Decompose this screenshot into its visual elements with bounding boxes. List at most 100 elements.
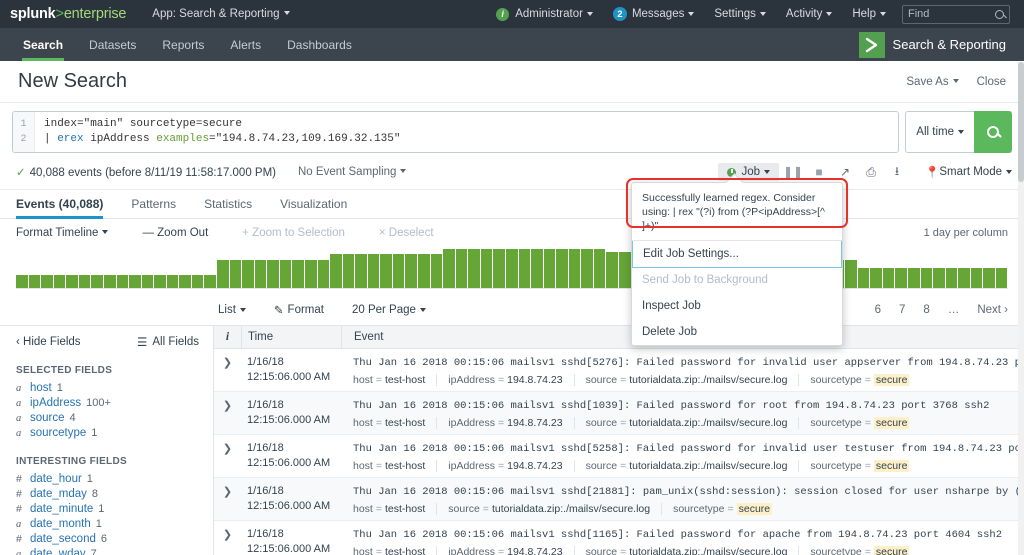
tab-events[interactable]: Events (40,088) bbox=[12, 190, 117, 219]
timeline-column[interactable] bbox=[267, 247, 280, 288]
event-time-cell[interactable]: 1/16/18 12:15:06.000 AM bbox=[241, 527, 341, 555]
pause-icon[interactable]: ❚❚ bbox=[781, 162, 805, 182]
menu-item-edit-job-settings[interactable]: Edit Job Settings... bbox=[632, 240, 842, 268]
field-item-date_mday[interactable]: # date_mday 8 bbox=[0, 486, 213, 501]
event-field-ipAddress[interactable]: ipAddress = 194.8.74.23 bbox=[448, 460, 575, 472]
timeline-column[interactable] bbox=[53, 247, 67, 288]
timeline-column[interactable] bbox=[531, 247, 544, 288]
timeline-column[interactable] bbox=[242, 247, 255, 288]
stop-icon[interactable]: ■ bbox=[807, 162, 831, 182]
time-range-picker[interactable]: All time bbox=[905, 111, 974, 153]
event-field-sourcetype[interactable]: sourcetype = secure bbox=[810, 546, 920, 555]
timeline-column[interactable] bbox=[129, 247, 142, 288]
timeline-column[interactable] bbox=[279, 247, 293, 288]
share-icon[interactable]: ↗ bbox=[833, 162, 857, 182]
format-results-button[interactable]: ✎ Format bbox=[274, 303, 324, 317]
timeline-column[interactable] bbox=[493, 247, 506, 288]
save-as-button[interactable]: Save As bbox=[906, 76, 959, 88]
timeline-column[interactable] bbox=[593, 247, 607, 288]
tab-statistics[interactable]: Statistics bbox=[190, 190, 266, 218]
timeline-column[interactable] bbox=[91, 247, 104, 288]
table-row[interactable]: ❯ 1/16/18 12:15:06.000 AM Thu Jan 16 2018 0… bbox=[214, 392, 1024, 435]
timeline-column[interactable] bbox=[945, 247, 959, 288]
timeline-column[interactable] bbox=[204, 247, 217, 288]
event-field-source[interactable]: source = tutorialdata.zip:./mailsv/secure.… bbox=[448, 503, 663, 515]
field-item-date_month[interactable]: a date_month 1 bbox=[0, 516, 213, 531]
timeline-column[interactable] bbox=[857, 247, 871, 288]
event-field-source[interactable]: source = tutorialdata.zip:./mailsv/secure.… bbox=[586, 417, 800, 429]
timeline-column[interactable] bbox=[191, 247, 205, 288]
print-icon[interactable]: ⎙ bbox=[859, 162, 883, 182]
close-button[interactable]: Close bbox=[977, 76, 1006, 88]
timeline-column[interactable] bbox=[217, 247, 230, 288]
event-field-sourcetype[interactable]: sourcetype = secure bbox=[810, 417, 920, 429]
timeline-column[interactable] bbox=[304, 247, 318, 288]
nav-item-reports[interactable]: Reports bbox=[149, 28, 217, 61]
timeline-column[interactable] bbox=[418, 247, 431, 288]
list-mode-selector[interactable]: List bbox=[218, 304, 246, 316]
field-item-date_second[interactable]: # date_second 6 bbox=[0, 531, 213, 546]
page-link-8[interactable]: 8 bbox=[923, 304, 929, 316]
timeline-column[interactable] bbox=[443, 247, 456, 288]
timeline-column[interactable] bbox=[355, 247, 368, 288]
event-field-ipAddress[interactable]: ipAddress = 194.8.74.23 bbox=[448, 374, 575, 386]
timeline-column[interactable] bbox=[116, 247, 130, 288]
table-row[interactable]: ❯ 1/16/18 12:15:06.000 AM Thu Jan 16 2018 0… bbox=[214, 435, 1024, 478]
format-timeline-button[interactable]: Format Timeline bbox=[16, 227, 109, 239]
search-mode-selector[interactable]: 📍 Smart Mode bbox=[925, 165, 1012, 179]
page-scrollbar-thumb[interactable] bbox=[1018, 62, 1024, 182]
timeline-column[interactable] bbox=[392, 247, 406, 288]
activity-menu[interactable]: Activity bbox=[776, 8, 842, 20]
timeline-column[interactable] bbox=[845, 247, 858, 288]
timeline-column[interactable] bbox=[619, 247, 632, 288]
all-fields-button[interactable]: ☰ All Fields bbox=[137, 335, 199, 349]
expand-row-icon[interactable]: ❯ bbox=[214, 441, 241, 472]
table-row[interactable]: ❯ 1/16/18 12:15:06.000 AM Thu Jan 16 2018 0… bbox=[214, 521, 1024, 555]
tab-patterns[interactable]: Patterns bbox=[117, 190, 190, 218]
timeline-column[interactable] bbox=[970, 247, 984, 288]
event-time-cell[interactable]: 1/16/18 12:15:06.000 AM bbox=[241, 484, 341, 515]
run-search-button[interactable] bbox=[974, 111, 1012, 153]
timeline-column[interactable] bbox=[41, 247, 54, 288]
menu-item-inspect-job[interactable]: Inspect Job bbox=[632, 293, 842, 319]
field-item-host[interactable]: a host 1 bbox=[0, 380, 213, 395]
zoom-out-button[interactable]: — Zoom Out bbox=[142, 227, 208, 239]
table-row[interactable]: ❯ 1/16/18 12:15:06.000 AM Thu Jan 16 2018 0… bbox=[214, 349, 1024, 392]
field-item-ipAddress[interactable]: a ipAddress 100+ bbox=[0, 395, 213, 410]
splunk-logo[interactable]: splunk>enterprise bbox=[10, 6, 126, 22]
timeline-column[interactable] bbox=[543, 247, 557, 288]
event-field-source[interactable]: source = tutorialdata.zip:./mailsv/secure.… bbox=[586, 374, 800, 386]
field-item-date_wday[interactable]: a date_wday 7 bbox=[0, 546, 213, 555]
timeline-column[interactable] bbox=[367, 247, 381, 288]
timeline-column[interactable] bbox=[606, 247, 619, 288]
tab-visualization[interactable]: Visualization bbox=[266, 190, 361, 218]
messages-menu[interactable]: 2 Messages bbox=[603, 7, 704, 21]
timeline-column[interactable] bbox=[292, 247, 305, 288]
per-page-selector[interactable]: 20 Per Page bbox=[352, 304, 426, 316]
help-menu[interactable]: Help bbox=[842, 8, 896, 20]
timeline-column[interactable] bbox=[405, 247, 418, 288]
timeline-column[interactable] bbox=[920, 247, 934, 288]
nav-item-alerts[interactable]: Alerts bbox=[217, 28, 274, 61]
export-icon[interactable]: ⭳ bbox=[885, 162, 909, 182]
event-field-host[interactable]: host = test-host bbox=[353, 460, 438, 472]
next-page-button[interactable]: Next › bbox=[977, 304, 1008, 316]
timeline-column[interactable] bbox=[995, 247, 1009, 288]
expand-row-icon[interactable]: ❯ bbox=[214, 484, 241, 515]
timeline-column[interactable] bbox=[317, 247, 331, 288]
event-field-source[interactable]: source = tutorialdata.zip:./mailsv/secure.… bbox=[586, 546, 800, 555]
timeline-column[interactable] bbox=[179, 247, 192, 288]
event-field-ipAddress[interactable]: ipAddress = 194.8.74.23 bbox=[448, 417, 575, 429]
timeline-column[interactable] bbox=[141, 247, 155, 288]
timeline-column[interactable] bbox=[468, 247, 481, 288]
timeline-column[interactable] bbox=[380, 247, 393, 288]
timeline-column[interactable] bbox=[254, 247, 268, 288]
settings-menu[interactable]: Settings bbox=[704, 8, 776, 20]
timeline-column[interactable] bbox=[166, 247, 180, 288]
event-time-cell[interactable]: 1/16/18 12:15:06.000 AM bbox=[241, 441, 341, 472]
field-item-date_minute[interactable]: # date_minute 1 bbox=[0, 501, 213, 516]
event-field-sourcetype[interactable]: sourcetype = secure bbox=[810, 460, 920, 472]
timeline-column[interactable] bbox=[907, 247, 921, 288]
event-time-cell[interactable]: 1/16/18 12:15:06.000 AM bbox=[241, 355, 341, 386]
event-field-sourcetype[interactable]: sourcetype = secure bbox=[673, 503, 783, 515]
